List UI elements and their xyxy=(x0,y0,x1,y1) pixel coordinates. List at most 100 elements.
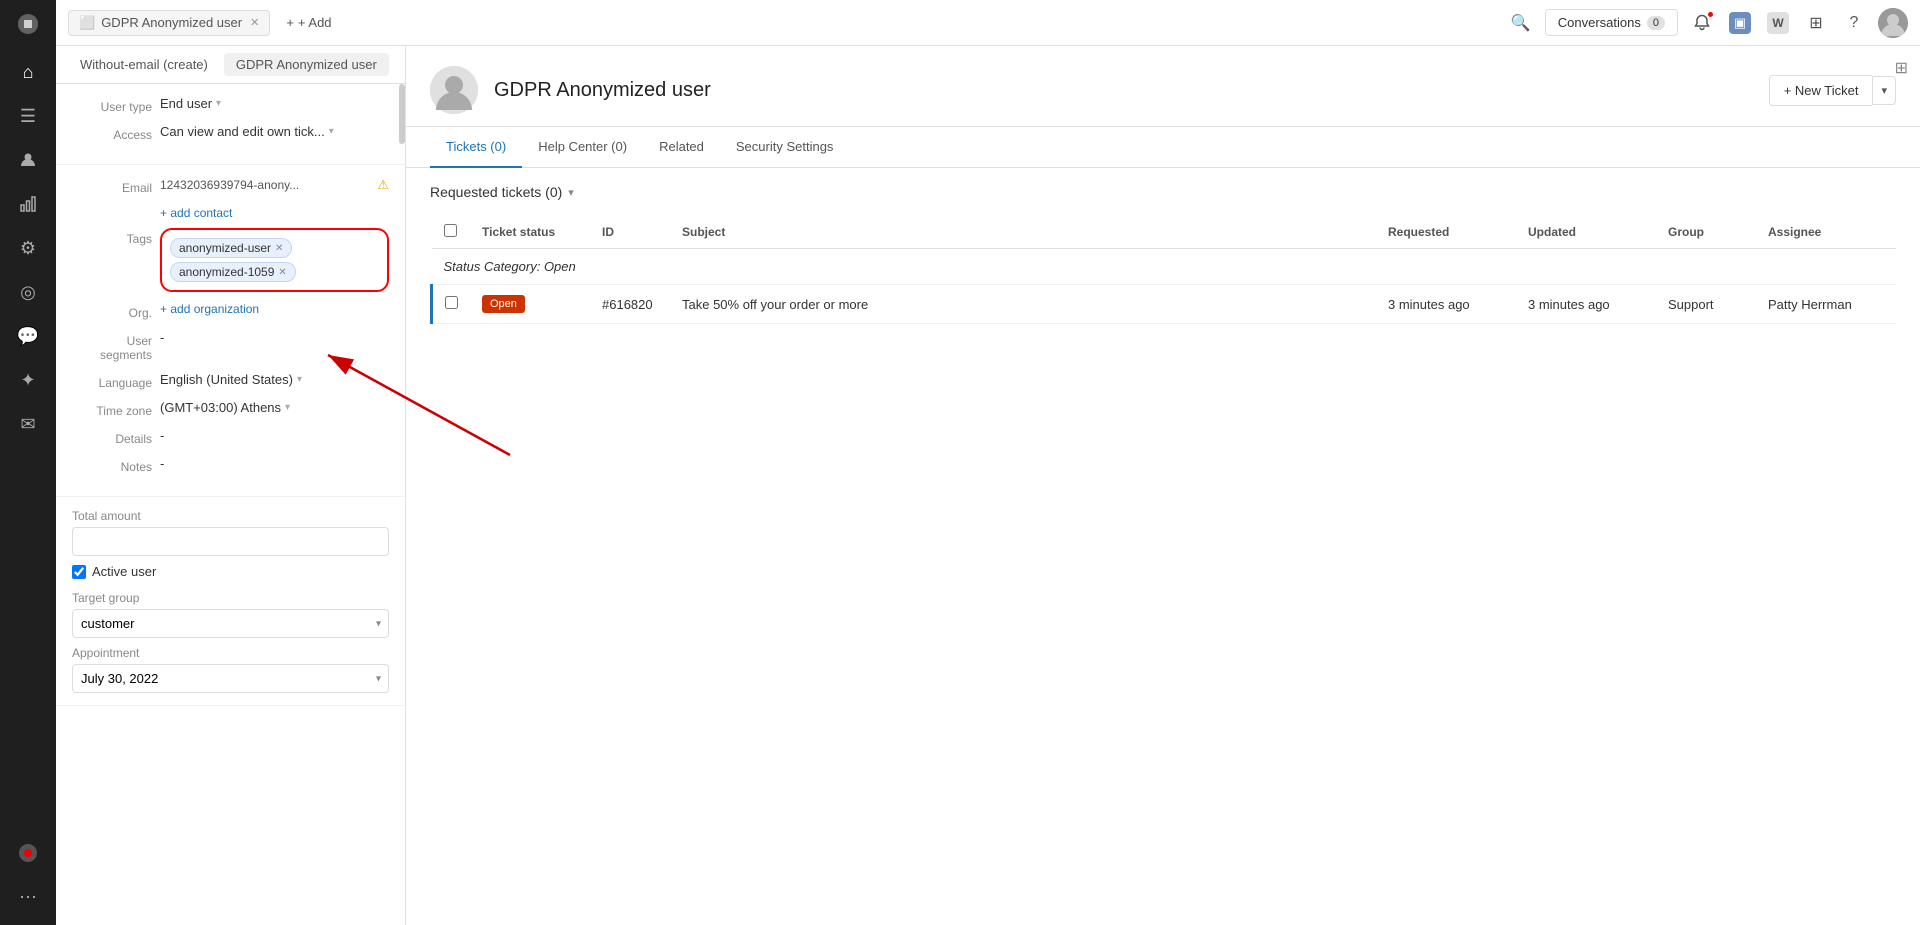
access-value: Can view and edit own tick... ▾ xyxy=(160,124,389,139)
more-nav-icon[interactable]: ⋯ xyxy=(8,877,48,917)
total-amount-input[interactable] xyxy=(72,527,389,556)
email-nav-icon[interactable]: ✉ xyxy=(8,404,48,444)
tag-remove-icon[interactable]: ✕ xyxy=(275,243,283,254)
tab-security-settings[interactable]: Security Settings xyxy=(720,127,850,168)
appointment-select[interactable]: July 30, 2022 xyxy=(72,664,389,693)
new-ticket-button[interactable]: + New Ticket xyxy=(1769,75,1873,106)
tab-page-icon: ⬜ xyxy=(79,15,95,31)
user-header: GDPR Anonymized user + New Ticket ▾ xyxy=(406,46,1920,127)
broadcast-icon[interactable]: ▣ xyxy=(1726,9,1754,37)
col-header-status[interactable]: Ticket status xyxy=(470,216,590,249)
col-header-id[interactable]: ID xyxy=(590,216,670,249)
col-header-assignee[interactable]: Assignee xyxy=(1756,216,1896,249)
gdpr-tab[interactable]: ⬜ GDPR Anonymized user ✕ xyxy=(68,10,270,36)
ticket-status-cell: Open xyxy=(470,285,590,324)
apps-icon[interactable]: ⊞ xyxy=(1802,9,1830,37)
details-value: - xyxy=(160,428,389,443)
conversations-badge: 0 xyxy=(1647,16,1665,30)
ticket-id: #616820 xyxy=(602,297,653,312)
ticket-subject-cell[interactable]: Take 50% off your order or more xyxy=(670,285,1376,324)
gdpr-user-tab[interactable]: GDPR Anonymized user xyxy=(224,53,389,76)
user-type-chevron: ▾ xyxy=(216,98,221,109)
total-amount-label: Total amount xyxy=(72,509,389,523)
timezone-select[interactable]: (GMT+03:00) Athens ▾ xyxy=(160,400,290,415)
requested-tickets-header[interactable]: Requested tickets (0) ▾ xyxy=(430,184,1896,200)
reports-nav-icon[interactable] xyxy=(8,184,48,224)
logo[interactable] xyxy=(12,8,44,40)
requested-tickets-label: Requested tickets (0) xyxy=(430,184,562,200)
tab-tickets[interactable]: Tickets (0) xyxy=(430,127,522,168)
tab-related[interactable]: Related xyxy=(643,127,720,168)
ticket-assignee: Patty Herrman xyxy=(1768,297,1852,312)
user-segments-row: User segments - xyxy=(72,330,389,362)
topbar: ⬜ GDPR Anonymized user ✕ + + Add 🔍 Conve… xyxy=(56,0,1920,46)
notification-icon[interactable] xyxy=(1688,9,1716,37)
tags-row: Tags anonymized-user ✕ anonymized-1059 ✕ xyxy=(72,228,389,292)
ticket-updated: 3 minutes ago xyxy=(1528,297,1610,312)
help-icon[interactable]: ? xyxy=(1840,9,1868,37)
user-info-section: User type End user ▾ Access Can v xyxy=(56,84,405,165)
home-nav-icon[interactable]: ⌂ xyxy=(8,52,48,92)
language-chevron: ▾ xyxy=(297,374,302,385)
chat-nav-icon[interactable]: 💬 xyxy=(8,316,48,356)
settings-nav-icon[interactable]: ⚙ xyxy=(8,228,48,268)
table-row[interactable]: Open #616820 Take 50% off your order or … xyxy=(432,285,1897,324)
user-segments-value: - xyxy=(160,330,389,345)
warning-icon: ⚠ xyxy=(377,177,389,193)
total-amount-section: Total amount Active user Target group cu… xyxy=(56,497,405,706)
tickets-nav-icon[interactable]: ☰ xyxy=(8,96,48,136)
ticket-group: Support xyxy=(1668,297,1714,312)
status-nav-icon[interactable] xyxy=(8,833,48,873)
language-select[interactable]: English (United States) ▾ xyxy=(160,372,302,387)
app-container: ⌂ ☰ ⚙ ◎ 💬 ✦ ✉ ⋯ ⬜ GDPR Anonymized user ✕ xyxy=(0,0,1920,925)
row-checkbox-cell xyxy=(432,285,471,324)
tab-help-center[interactable]: Help Center (0) xyxy=(522,127,643,168)
ticket-id-cell[interactable]: #616820 xyxy=(590,285,670,324)
tag-anonymized-user[interactable]: anonymized-user ✕ xyxy=(170,238,292,258)
new-ticket-dropdown[interactable]: ▾ xyxy=(1872,76,1896,105)
w-icon[interactable]: W xyxy=(1764,9,1792,37)
user-name: GDPR Anonymized user xyxy=(494,79,711,102)
notes-label: Notes xyxy=(72,456,152,474)
content-row: Without-email (create) GDPR Anonymized u… xyxy=(56,46,1920,925)
details-label: Details xyxy=(72,428,152,446)
user-avatar-large xyxy=(430,66,478,114)
user-type-select[interactable]: End user ▾ xyxy=(160,96,221,111)
conversations-button[interactable]: Conversations 0 xyxy=(1545,9,1678,36)
status-category-row: Status Category: Open xyxy=(432,249,1897,285)
active-user-checkbox[interactable] xyxy=(72,565,86,579)
tag-anonymized-1059[interactable]: anonymized-1059 ✕ xyxy=(170,262,296,282)
search-icon[interactable]: 🔍 xyxy=(1507,9,1535,37)
select-all-checkbox[interactable] xyxy=(444,224,457,237)
circle-nav-icon[interactable]: ◎ xyxy=(8,272,48,312)
main-area: ⬜ GDPR Anonymized user ✕ + + Add 🔍 Conve… xyxy=(56,0,1920,925)
without-email-tab[interactable]: Without-email (create) xyxy=(68,53,220,76)
col-header-group[interactable]: Group xyxy=(1656,216,1756,249)
col-header-updated[interactable]: Updated xyxy=(1516,216,1656,249)
col-header-subject[interactable]: Subject xyxy=(670,216,1376,249)
access-row: Access Can view and edit own tick... ▾ xyxy=(72,124,389,142)
language-label: Language xyxy=(72,372,152,390)
without-email-label: Without-email (create) xyxy=(80,57,208,72)
tag-remove-icon-2[interactable]: ✕ xyxy=(278,267,286,278)
status-badge: Open xyxy=(482,295,525,313)
add-tab-icon: + xyxy=(286,15,294,30)
user-type-value: End user ▾ xyxy=(160,96,389,111)
user-avatar[interactable] xyxy=(1878,8,1908,38)
users-nav-icon[interactable] xyxy=(8,140,48,180)
new-ticket-group: + New Ticket ▾ xyxy=(1769,75,1896,106)
target-group-select[interactable]: customer xyxy=(72,609,389,638)
row-checkbox[interactable] xyxy=(445,296,458,309)
tab-close-icon[interactable]: ✕ xyxy=(250,16,259,29)
secondary-tabs: Without-email (create) GDPR Anonymized u… xyxy=(56,46,405,84)
grid-options-icon[interactable]: ⊞ xyxy=(1895,58,1908,78)
spark-nav-icon[interactable]: ✦ xyxy=(8,360,48,400)
add-tab-button[interactable]: + + Add xyxy=(278,11,339,34)
add-contact-link[interactable]: + add contact xyxy=(160,206,232,220)
ticket-group-cell: Support xyxy=(1656,285,1756,324)
appointment-label: Appointment xyxy=(72,646,389,660)
access-select[interactable]: Can view and edit own tick... ▾ xyxy=(160,124,334,139)
add-org-link[interactable]: + add organization xyxy=(160,302,259,316)
notes-row: Notes - xyxy=(72,456,389,474)
col-header-requested[interactable]: Requested xyxy=(1376,216,1516,249)
